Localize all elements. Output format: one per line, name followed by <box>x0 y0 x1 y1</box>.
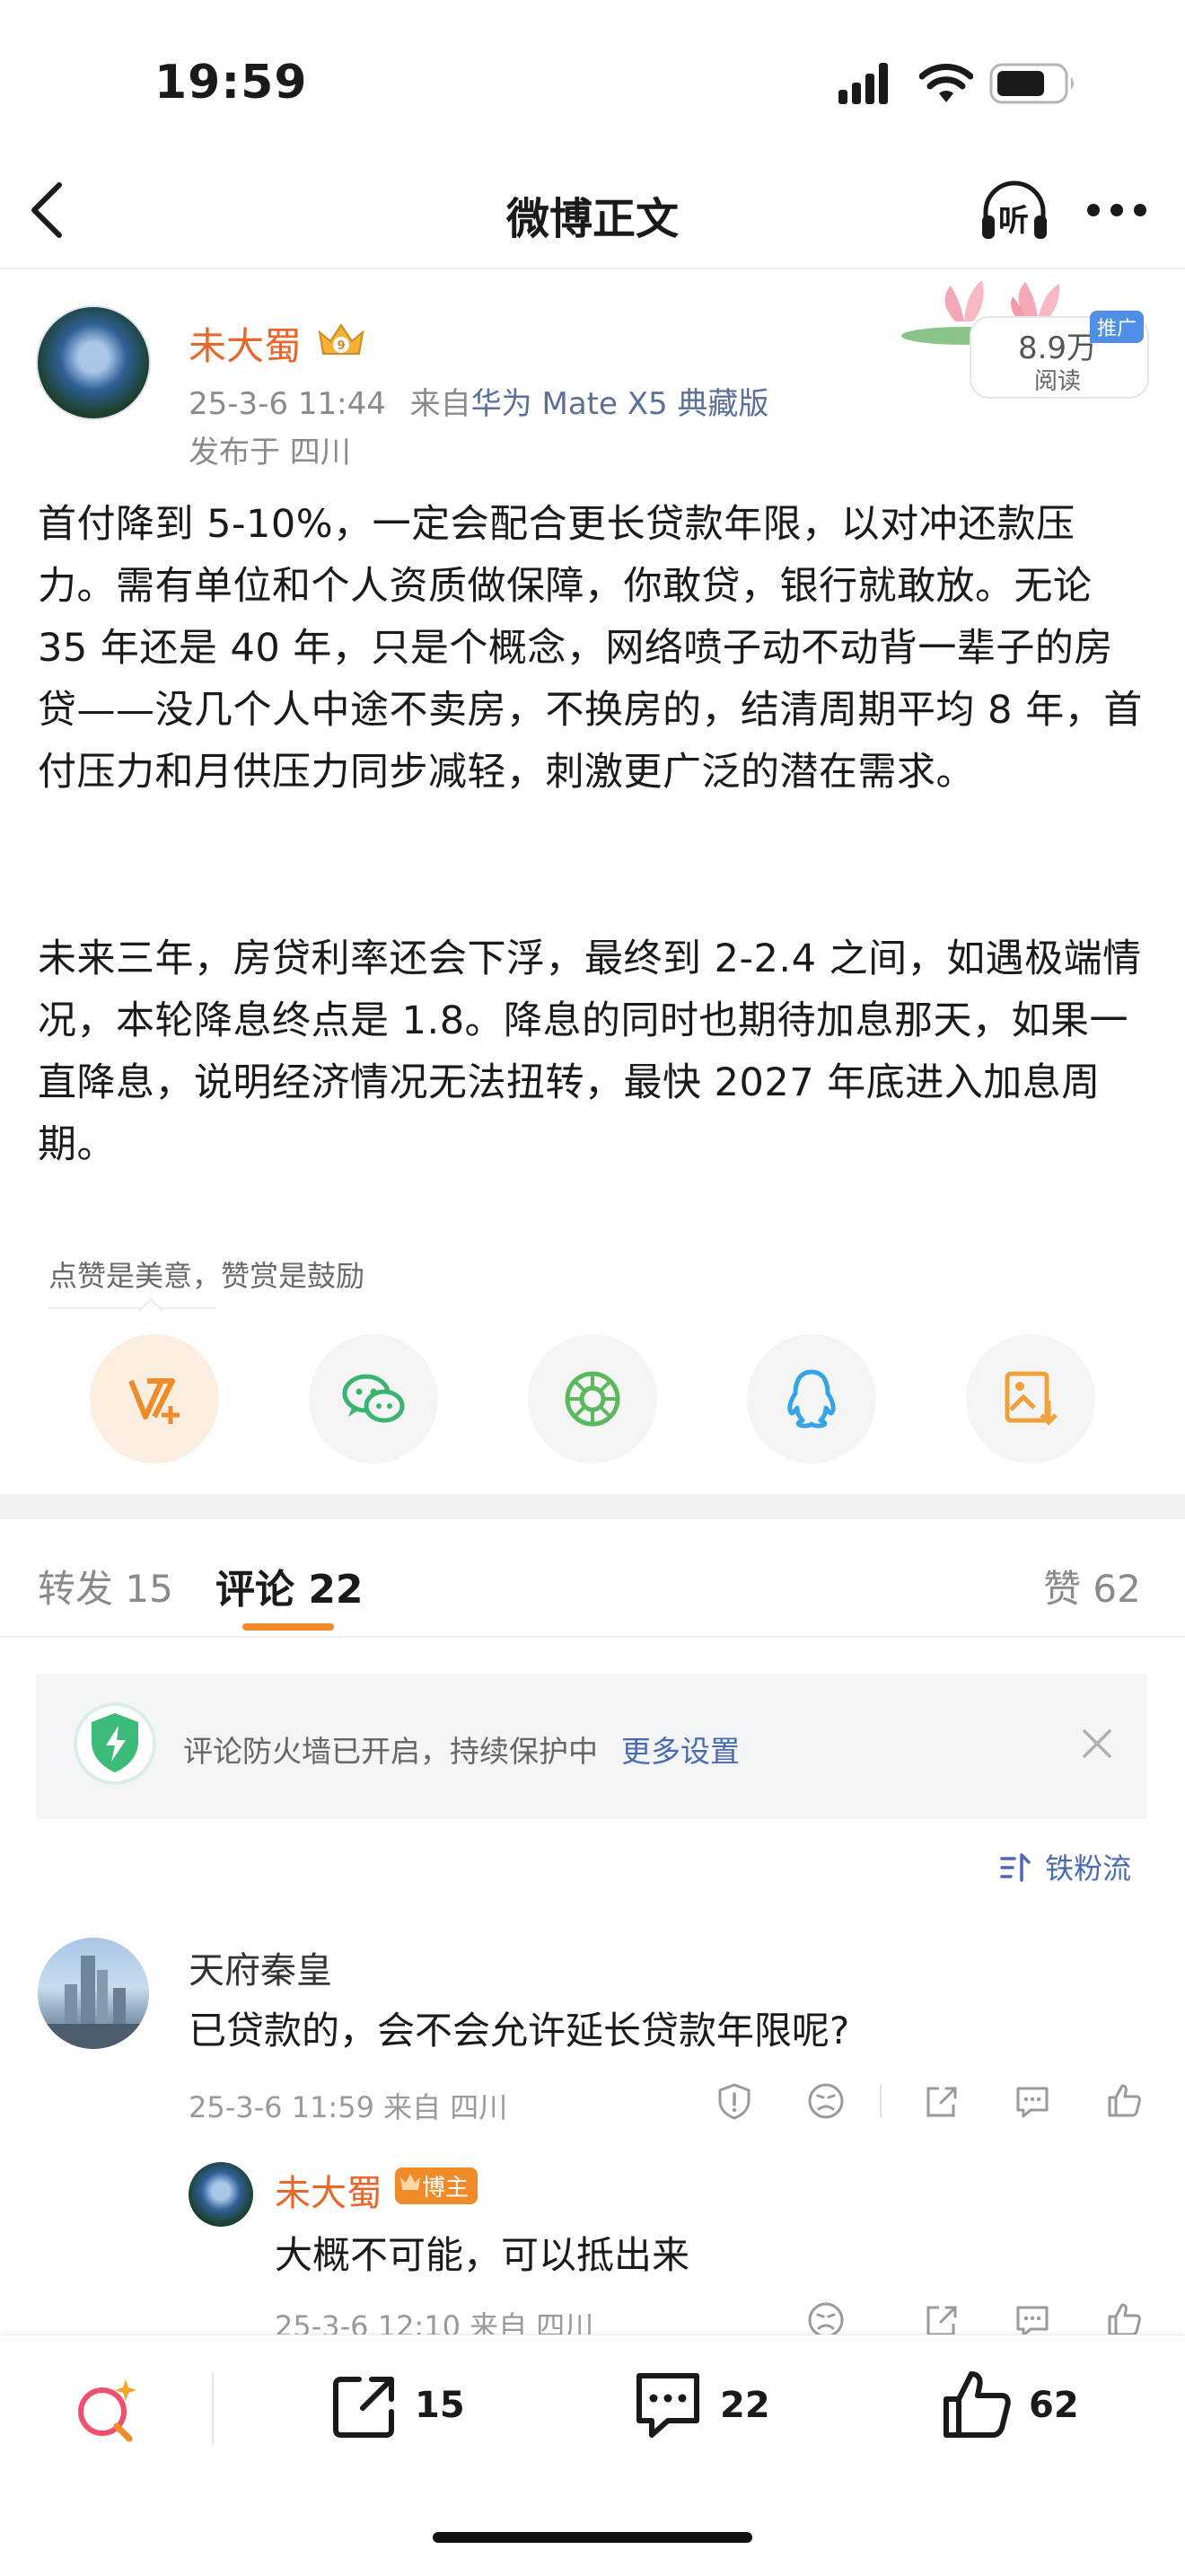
bottom-comment-count: 22 <box>720 2385 770 2426</box>
reply-text: 大概不可能，可以抵出来 <box>275 2233 690 2277</box>
tab-like[interactable]: 赞 62 <box>1043 1559 1141 1613</box>
sort-icon <box>1000 1853 1031 1882</box>
comment-icon <box>636 2373 699 2438</box>
tab-repost[interactable]: 转发 15 <box>38 1559 173 1613</box>
post-date: 25-3-6 11:44 <box>189 386 386 422</box>
post-paragraph: 未来三年，房贷利率还会下浮，最终到 2-2.4 之间，如遇极端情况，本轮降息终点… <box>38 936 1142 1167</box>
promo-tag: 推广 <box>1090 311 1145 343</box>
bottom-divider <box>212 2372 214 2446</box>
vip-level: 9 <box>337 339 345 353</box>
share-wechat-button[interactable] <box>309 1334 438 1464</box>
battery-icon <box>989 63 1074 104</box>
tab-indicator <box>242 1623 334 1631</box>
wifi-icon <box>919 64 973 102</box>
crown-icon <box>400 2174 420 2190</box>
save-image-icon <box>1005 1371 1058 1426</box>
section-gap <box>0 1494 1185 1519</box>
bottom-repost-count: 15 <box>415 2385 465 2426</box>
moments-icon <box>565 1371 620 1427</box>
promo-views-label: 阅读 <box>1033 368 1081 395</box>
report-icon[interactable] <box>715 2081 754 2121</box>
status-time: 19:59 <box>154 56 308 110</box>
author-name[interactable]: 未大蜀 <box>189 316 302 371</box>
post-device[interactable]: 华为 Mate X5 典藏版 <box>471 386 769 422</box>
save-image-button[interactable] <box>966 1334 1095 1464</box>
post-meta: 25-3-6 11:44 来自华为 Mate X5 典藏版 <box>189 379 768 423</box>
post-location: 发布于 四川 <box>189 435 351 470</box>
like-icon[interactable] <box>1104 2081 1144 2121</box>
listen-label: 听 <box>998 203 1029 239</box>
more-icon[interactable] <box>1086 203 1147 217</box>
reward-icon <box>128 1378 180 1424</box>
share-icon[interactable] <box>921 2081 961 2121</box>
reward-hint-caret <box>137 1297 164 1324</box>
vip-crown-icon[interactable]: 9 <box>316 320 366 359</box>
tab-comment[interactable]: 评论 22 <box>215 1557 364 1614</box>
reward-hint-underline <box>48 1307 215 1309</box>
reply-icon[interactable] <box>1013 2081 1052 2121</box>
wechat-icon <box>342 1374 405 1423</box>
share-moments-button[interactable] <box>528 1334 657 1464</box>
source-prefix: 来自 <box>409 386 471 422</box>
close-icon[interactable] <box>1077 1724 1117 1763</box>
action-separator <box>880 2085 882 2117</box>
qq-icon <box>787 1369 836 1429</box>
reply-avatar[interactable] <box>189 2162 253 2227</box>
author-badge-label: 博主 <box>422 2175 470 2202</box>
share-qq-button[interactable] <box>747 1334 876 1464</box>
post-paragraph: 首付降到 5-10%，一定会配合更长贷款年限，以对冲还款压力。需有单位和个人资质… <box>38 502 1143 795</box>
comment-text: 已贷款的，会不会允许延长贷款年限呢? <box>189 2009 850 2053</box>
home-indicator[interactable] <box>433 2532 752 2543</box>
sort-label: 铁粉流 <box>1045 1851 1132 1886</box>
comment-sort-button[interactable]: 铁粉流 <box>1000 1846 1131 1887</box>
firewall-settings-link[interactable]: 更多设置 <box>621 1734 740 1769</box>
tab-divider <box>0 1636 1185 1638</box>
reward-button[interactable] <box>90 1334 219 1464</box>
commenter-avatar[interactable] <box>38 1938 149 2049</box>
search-spark-icon[interactable] <box>70 2372 145 2448</box>
cellular-signal-icon <box>838 63 901 104</box>
bottom-like-count: 62 <box>1029 2385 1079 2426</box>
commenter-name[interactable]: 天府秦皇 <box>189 1941 332 1993</box>
author-badge: 博主 <box>395 2167 478 2204</box>
shield-icon <box>74 1702 156 1785</box>
repost-icon <box>333 2377 394 2438</box>
reply-author-name[interactable]: 未大蜀 <box>275 2164 382 2216</box>
listen-button[interactable]: 听 <box>979 180 1050 244</box>
comment-meta: 25-3-6 11:59 来自 四川 <box>189 2090 508 2124</box>
reward-hint: 点赞是美意，赞赏是鼓励 <box>48 1259 365 1293</box>
like-icon <box>944 2371 1011 2438</box>
dislike-face-icon[interactable] <box>806 2081 846 2121</box>
author-avatar[interactable] <box>36 305 151 420</box>
firewall-status: 评论防火墙已开启，持续保护中 更多设置 <box>183 1728 740 1771</box>
bottom-repost-button[interactable] <box>329 2367 490 2453</box>
firewall-status-text: 评论防火墙已开启，持续保护中 <box>183 1734 598 1769</box>
